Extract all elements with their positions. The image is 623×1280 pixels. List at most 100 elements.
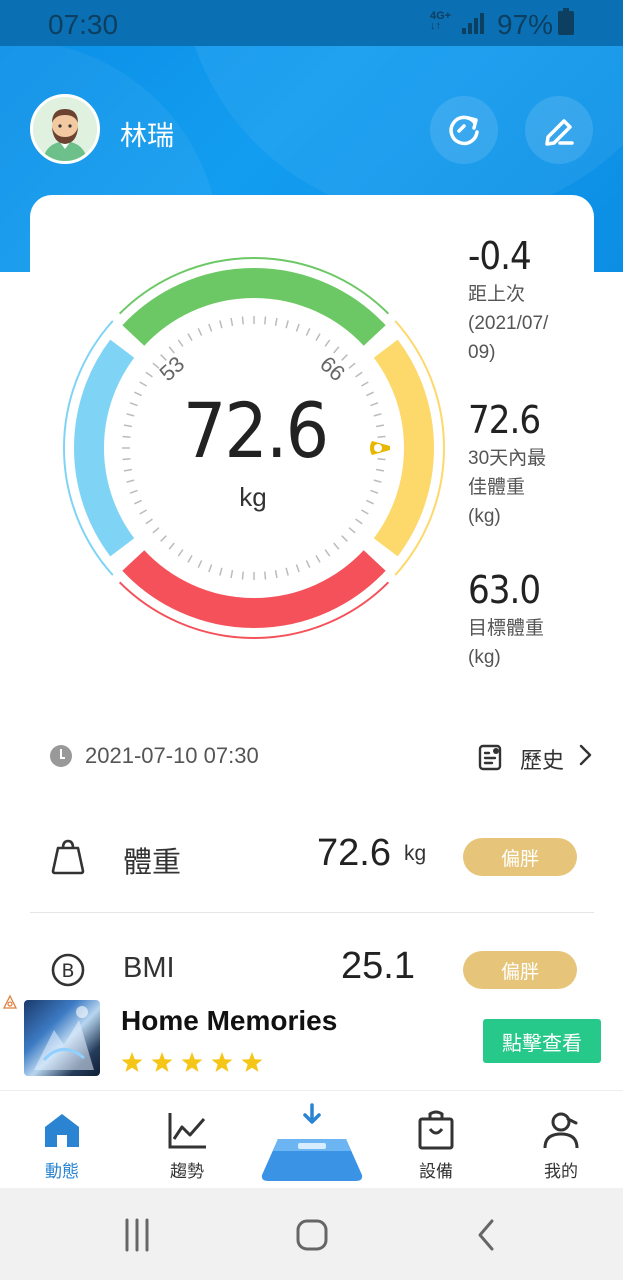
gauge-tick: [315, 333, 321, 341]
gauge-tick: [377, 458, 386, 461]
tab-label: 設備: [419, 1162, 453, 1181]
gauge-tick: [348, 527, 356, 534]
game-artwork-icon: [34, 1006, 94, 1070]
gauge-tick: [375, 424, 385, 428]
ad-banner[interactable]: Home Memories 點擊查看: [0, 990, 623, 1082]
tab-home[interactable]: 動態: [17, 1091, 107, 1189]
bottom-tab-bar: 動態 趨勢 設備 我的: [0, 1090, 623, 1188]
star-icon: [211, 1052, 233, 1072]
best-weight-label-line: 30天內最: [468, 448, 547, 469]
ad-choices-icon[interactable]: [2, 994, 18, 1010]
gauge-tick: [370, 402, 379, 407]
gauge-tick: [370, 489, 379, 494]
gauge-tick: [134, 499, 142, 505]
tab-profile[interactable]: 我的: [516, 1091, 606, 1189]
star-icon: [181, 1052, 203, 1072]
metric-name: 體重: [123, 847, 182, 879]
record-timestamp: 2021-07-10 07:30: [85, 743, 259, 768]
gauge-tick: [333, 542, 340, 550]
gauge-tick: [139, 509, 147, 515]
gauge-segment-overweight: [373, 339, 434, 557]
gauge-tick: [361, 381, 369, 387]
tab-label: 動態: [45, 1162, 79, 1181]
gauge-tick: [274, 317, 278, 327]
gauge-tick: [315, 555, 321, 563]
ad-thumbnail-image[interactable]: [24, 1000, 100, 1076]
tab-trend[interactable]: 趨勢: [142, 1091, 232, 1189]
gauge-value: 72.6: [182, 386, 329, 475]
gauge-tick: [160, 535, 167, 542]
gauge-tick: [274, 569, 278, 579]
profile-icon: [543, 1112, 579, 1149]
diff-label-line: 距上次: [468, 284, 526, 305]
gauge-tick: [187, 555, 193, 563]
gauge-tick: [305, 560, 311, 568]
chevron-right-icon[interactable]: [575, 740, 595, 770]
gauge-tick: [219, 320, 223, 329]
target-weight-label: 目標體重 (kg): [468, 614, 578, 672]
tab-label: 我的: [544, 1162, 578, 1181]
system-nav-bar: [0, 1188, 623, 1280]
gauge-tick: [123, 424, 133, 428]
weight-icon: [51, 839, 85, 875]
gauge-tick: [187, 333, 193, 341]
gauge-tick: [197, 328, 203, 336]
gauge-segment-normal: [122, 268, 386, 346]
diff-label: 距上次 (2021/07/ 09): [468, 280, 578, 367]
gauge-tick: [177, 549, 184, 557]
metric-row-weight[interactable]: 體重 72.6 kg 偏胖: [30, 812, 594, 902]
tab-device[interactable]: 設備: [391, 1091, 481, 1189]
recent-apps-icon[interactable]: [112, 1210, 162, 1260]
star-icon: [241, 1052, 263, 1072]
gauge-tick: [375, 468, 385, 472]
ad-title[interactable]: Home Memories: [121, 1005, 337, 1037]
gauge-tick: [126, 479, 135, 483]
gauge-tick: [197, 560, 203, 568]
gauge-tick: [377, 435, 386, 438]
metric-value: 72.6: [317, 832, 391, 874]
gauge-tick: [324, 339, 331, 347]
status-badge: 偏胖: [463, 951, 577, 989]
divider: [30, 912, 594, 913]
star-icon: [121, 1052, 143, 1072]
gauge-tick: [295, 564, 300, 573]
gauge-tick: [341, 535, 348, 542]
trend-chart-icon: [168, 1113, 206, 1149]
target-weight-label-line: (kg): [468, 647, 501, 668]
gauge-tick: [295, 323, 300, 332]
gauge-tick: [355, 371, 363, 378]
gauge-tick: [241, 571, 244, 580]
gauge-tick: [305, 328, 311, 336]
metric-unit: kg: [404, 842, 427, 865]
gauge-segment-obese: [122, 550, 386, 628]
gauge-tick: [126, 413, 135, 417]
gauge-tick: [324, 549, 331, 557]
history-link[interactable]: 歷史: [520, 743, 564, 775]
gauge-tick: [366, 391, 374, 397]
gauge-tick: [145, 371, 153, 378]
gauge-tick: [264, 571, 267, 580]
gauge-tick: [366, 499, 374, 505]
gauge-tick: [230, 317, 234, 327]
gauge-pointer: [370, 441, 390, 455]
ad-cta-button[interactable]: 點擊查看: [483, 1019, 601, 1063]
bmi-icon: B: [51, 953, 85, 987]
tab-scale[interactable]: [258, 1101, 366, 1187]
status-badge: 偏胖: [463, 838, 577, 876]
diff-value: -0.4: [468, 234, 532, 278]
gauge-tick: [341, 354, 348, 361]
history-icon[interactable]: [478, 743, 504, 771]
gauge-tick: [241, 316, 244, 325]
svg-text:B: B: [61, 960, 74, 982]
home-circle-icon[interactable]: [287, 1210, 337, 1260]
gauge-tick: [219, 567, 223, 576]
gauge-tick: [122, 458, 131, 461]
gauge-tick: [129, 489, 138, 494]
tab-label: 趨勢: [170, 1162, 204, 1181]
gauge-segment-underweight: [74, 339, 135, 557]
diff-label-line: 09): [468, 342, 496, 363]
scale-icon: [261, 1103, 363, 1181]
back-icon[interactable]: [462, 1210, 512, 1260]
gauge-tick: [134, 391, 142, 397]
gauge-tick: [123, 468, 133, 472]
